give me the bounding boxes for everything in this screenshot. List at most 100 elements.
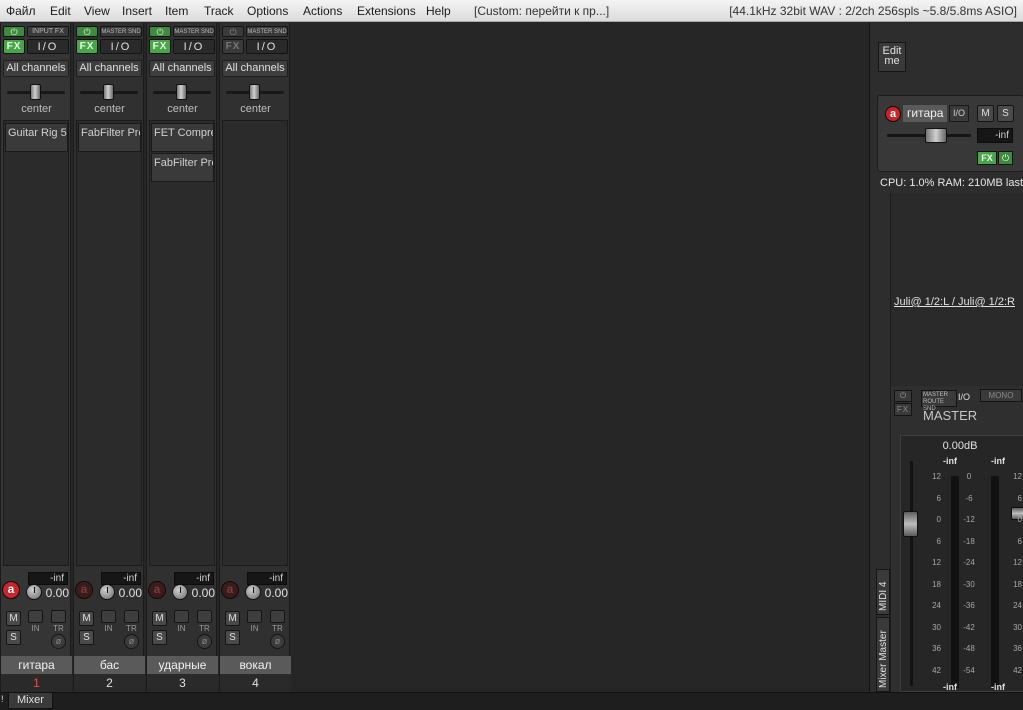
record-arm-button[interactable]: a — [221, 581, 239, 599]
fx-button[interactable]: FX — [149, 39, 171, 54]
phase-invert-icon[interactable]: ø — [124, 634, 139, 649]
master-peak-left[interactable]: -inf — [943, 456, 957, 466]
menu-help[interactable]: Help — [426, 4, 451, 18]
fx-button[interactable]: FX — [76, 39, 98, 54]
tab-midi[interactable]: MIDI 4 — [876, 569, 890, 615]
fx-list[interactable]: Guitar Rig 5 — [3, 120, 69, 566]
track-record-mode-icon[interactable] — [51, 610, 66, 623]
master-io-button[interactable]: I/O — [958, 392, 970, 402]
tcp-volume-fader-knob[interactable] — [925, 128, 947, 143]
tcp-fx-button[interactable]: FX — [977, 151, 997, 165]
input-selector[interactable]: All channels — [222, 60, 288, 77]
record-arm-button[interactable]: a — [75, 581, 93, 599]
input-selector[interactable]: All channels — [3, 60, 69, 77]
volume-knob[interactable] — [245, 584, 261, 600]
tab-mixer-master[interactable]: Mixer Master — [876, 617, 890, 692]
track-number[interactable]: 3 — [147, 674, 218, 692]
custom-action-title[interactable]: [Custom: перейти к пр...] — [474, 4, 609, 18]
fx-slot[interactable]: Guitar Rig 5 — [5, 123, 68, 152]
routing-button[interactable]: MASTER SND — [100, 26, 142, 37]
pan-slider-knob[interactable] — [30, 84, 41, 100]
master-fx-button[interactable]: FX — [894, 403, 912, 416]
solo-button[interactable]: S — [152, 630, 167, 645]
fx-list[interactable] — [222, 120, 288, 566]
pan-slider-knob[interactable] — [176, 84, 187, 100]
input-monitor-icon[interactable] — [247, 610, 262, 623]
routing-button[interactable]: INPUT FX — [27, 26, 69, 37]
fx-button[interactable]: FX — [3, 39, 25, 54]
solo-button[interactable]: S — [6, 630, 21, 645]
menu-actions[interactable]: Actions — [303, 4, 342, 18]
routing-button[interactable]: MASTER SND — [246, 26, 288, 37]
track-record-mode-icon[interactable] — [124, 610, 139, 623]
volume-knob[interactable] — [172, 584, 188, 600]
menu-item[interactable]: Item — [165, 4, 188, 18]
tcp-mute-button[interactable]: M — [977, 105, 994, 122]
tcp-track-name[interactable]: гитара — [903, 105, 947, 122]
mute-button[interactable]: M — [6, 611, 21, 626]
hardware-output-link[interactable]: Juli@ 1/2:L / Juli@ 1/2:R — [894, 296, 1022, 308]
phase-invert-icon[interactable]: ø — [197, 634, 212, 649]
fx-slot[interactable]: FabFilter Pro — [78, 123, 141, 152]
tcp-solo-button[interactable]: S — [997, 105, 1014, 122]
fx-list[interactable]: FET Compre FabFilter Pro — [149, 120, 215, 566]
edit-me-button[interactable]: Edit me — [878, 42, 906, 72]
audio-device-status[interactable]: [44.1kHz 32bit WAV : 2/2ch 256spls ~5.8/… — [729, 4, 1017, 18]
solo-button[interactable]: S — [79, 630, 94, 645]
track-name[interactable]: вокал — [220, 656, 291, 674]
pan-slider-knob[interactable] — [103, 84, 114, 100]
menu-edit[interactable]: Edit — [50, 4, 71, 18]
record-arm-button[interactable]: a — [2, 581, 20, 599]
input-monitor-icon[interactable] — [101, 610, 116, 623]
fx-bypass-power-icon[interactable]: ⏻ — [3, 26, 25, 37]
input-selector[interactable]: All channels — [149, 60, 215, 77]
track-name[interactable]: ударные — [147, 656, 218, 674]
fx-bypass-power-icon[interactable]: ⏻ — [149, 26, 171, 37]
track-name[interactable]: бас — [74, 656, 145, 674]
master-volume-fader-track[interactable] — [910, 461, 913, 686]
solo-button[interactable]: S — [225, 630, 240, 645]
master-peak-right[interactable]: -inf — [991, 456, 1005, 466]
fx-slot[interactable]: FabFilter Pro — [151, 153, 214, 182]
tcp-io-button[interactable]: I/O — [949, 105, 969, 122]
mute-button[interactable]: M — [79, 611, 94, 626]
volume-knob[interactable] — [99, 584, 115, 600]
master-fx-power-icon[interactable]: ⏻ — [894, 390, 912, 402]
track-number[interactable]: 4 — [220, 674, 291, 692]
tcp-fx-power-icon[interactable]: ⏻ — [998, 151, 1013, 165]
input-monitor-icon[interactable] — [28, 610, 43, 623]
fx-bypass-power-icon[interactable]: ⏻ — [222, 26, 244, 37]
menu-track[interactable]: Track — [204, 4, 234, 18]
master-volume-fader-knob[interactable] — [903, 511, 918, 537]
tcp-record-arm-button[interactable]: a — [885, 106, 901, 122]
fx-list[interactable]: FabFilter Pro — [76, 120, 142, 566]
menu-file[interactable]: Файл — [6, 4, 36, 18]
io-button[interactable]: I/O — [173, 39, 215, 54]
input-monitor-icon[interactable] — [174, 610, 189, 623]
routing-button[interactable]: MASTER SND — [173, 26, 215, 37]
track-record-mode-icon[interactable] — [270, 610, 285, 623]
master-mono-button[interactable]: MONO — [980, 389, 1022, 402]
mute-button[interactable]: M — [225, 611, 240, 626]
menu-view[interactable]: View — [84, 4, 110, 18]
mute-button[interactable]: M — [152, 611, 167, 626]
io-button[interactable]: I/O — [100, 39, 142, 54]
input-selector[interactable]: All channels — [76, 60, 142, 77]
fx-slot[interactable]: FET Compre — [151, 123, 214, 152]
fx-bypass-power-icon[interactable]: ⏻ — [76, 26, 98, 37]
phase-invert-icon[interactable]: ø — [51, 634, 66, 649]
tcp-peak-readout[interactable]: -inf — [977, 128, 1013, 143]
io-button[interactable]: I/O — [27, 39, 69, 54]
menu-options[interactable]: Options — [247, 4, 288, 18]
tab-mixer[interactable]: Mixer — [8, 693, 53, 709]
fx-button[interactable]: FX — [222, 39, 244, 54]
record-arm-button[interactable]: a — [148, 581, 166, 599]
master-routing-button[interactable]: MASTER ROUTE SND — [921, 390, 957, 412]
menu-insert[interactable]: Insert — [122, 4, 152, 18]
pan-slider-knob[interactable] — [249, 84, 260, 100]
menu-extensions[interactable]: Extensions — [357, 4, 416, 18]
track-number[interactable]: 1 — [1, 674, 72, 692]
track-record-mode-icon[interactable] — [197, 610, 212, 623]
volume-knob[interactable] — [26, 584, 42, 600]
io-button[interactable]: I/O — [246, 39, 288, 54]
